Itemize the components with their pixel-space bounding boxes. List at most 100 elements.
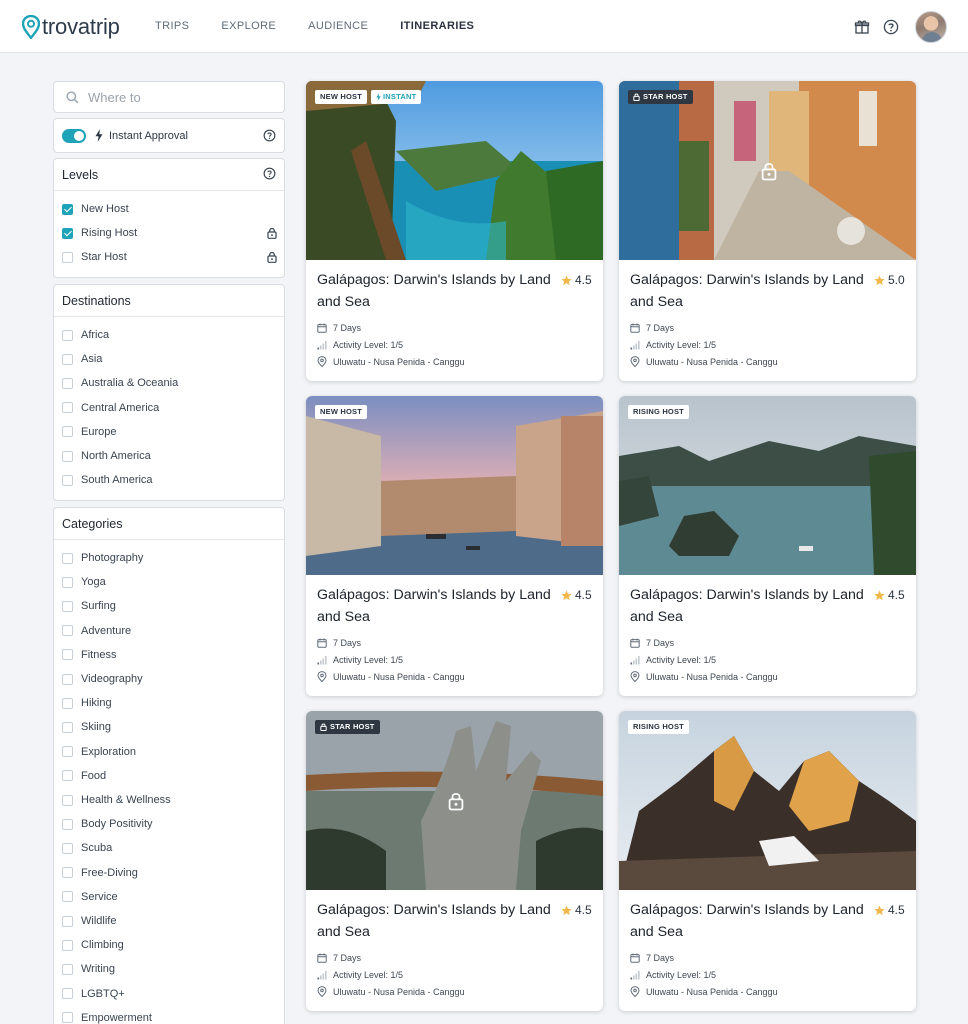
nav-explore[interactable]: EXPLORE	[221, 19, 276, 33]
category-lgbtq[interactable]: LGBTQ+	[62, 986, 277, 1002]
destination-south-america[interactable]: South America	[62, 472, 277, 488]
signal-bars-icon	[317, 970, 327, 979]
instant-approval-toggle[interactable]	[62, 128, 86, 143]
category-scuba[interactable]: Scuba	[62, 840, 277, 856]
checkbox[interactable]	[62, 915, 73, 927]
itinerary-card[interactable]: RISING HOST Galápagos: Darwin's Islands b…	[619, 711, 916, 1011]
checkbox[interactable]	[62, 649, 73, 661]
category-fitness[interactable]: Fitness	[62, 647, 277, 663]
category-skiing[interactable]: Skiing	[62, 719, 277, 735]
itinerary-card[interactable]: STAR HOST Galápagos: Darwin's Islands by …	[306, 711, 603, 1011]
location-pin-icon	[630, 356, 640, 367]
category-photography[interactable]: Photography	[62, 550, 277, 566]
checkbox[interactable]	[62, 697, 73, 709]
level-star-host[interactable]: Star Host	[62, 249, 277, 265]
trip-photo	[306, 396, 603, 575]
category-wildlife[interactable]: Wildlife	[62, 913, 277, 929]
category-videography[interactable]: Videography	[62, 671, 277, 687]
category-writing[interactable]: Writing	[62, 961, 277, 977]
categories-header: Categories	[54, 508, 284, 540]
option-label: Central America	[81, 401, 160, 414]
destination-north-america[interactable]: North America	[62, 448, 277, 464]
checkbox[interactable]	[62, 329, 73, 341]
trip-title[interactable]: Galápagos: Darwin's Islands by Land and …	[317, 270, 555, 313]
checkbox[interactable]	[62, 227, 73, 239]
destination-africa[interactable]: Africa	[62, 327, 277, 343]
checkbox[interactable]	[62, 988, 73, 1000]
help-icon[interactable]	[263, 167, 276, 180]
itinerary-card[interactable]: STAR HOST Galápagos: Darwin's Islands by …	[619, 81, 916, 381]
checkbox[interactable]	[62, 673, 73, 685]
itinerary-card[interactable]: NEW HOST Galápagos: Darwin's Islands by L…	[306, 396, 603, 696]
checkbox[interactable]	[62, 203, 73, 215]
checkbox[interactable]	[62, 939, 73, 951]
checkbox[interactable]	[62, 426, 73, 438]
checkbox[interactable]	[62, 770, 73, 782]
checkbox[interactable]	[62, 842, 73, 854]
trip-title[interactable]: Galápagos: Darwin's Islands by Land and …	[630, 585, 868, 628]
search-box[interactable]	[53, 81, 285, 113]
category-yoga[interactable]: Yoga	[62, 574, 277, 590]
category-food[interactable]: Food	[62, 768, 277, 784]
nav-trips[interactable]: TRIPS	[155, 19, 189, 33]
checkbox[interactable]	[62, 818, 73, 830]
search-input[interactable]	[88, 89, 268, 105]
category-health-wellness[interactable]: Health & Wellness	[62, 792, 277, 808]
signal-bars-icon	[630, 340, 640, 349]
checkbox[interactable]	[62, 450, 73, 462]
help-icon[interactable]	[263, 129, 276, 142]
destination-central-america[interactable]: Central America	[62, 400, 277, 416]
category-adventure[interactable]: Adventure	[62, 623, 277, 639]
checkbox[interactable]	[62, 1012, 73, 1024]
checkbox[interactable]	[62, 251, 73, 263]
destination-europe[interactable]: Europe	[62, 424, 277, 440]
trip-title[interactable]: Galápagos: Darwin's Islands by Land and …	[630, 900, 868, 943]
category-surfing[interactable]: Surfing	[62, 598, 277, 614]
category-free-diving[interactable]: Free-Diving	[62, 865, 277, 881]
checkbox[interactable]	[62, 353, 73, 365]
lock-icon	[633, 93, 640, 101]
help-icon[interactable]	[883, 19, 899, 35]
destination-australia-oceania[interactable]: Australia & Oceania	[62, 375, 277, 391]
checkbox[interactable]	[62, 721, 73, 733]
category-service[interactable]: Service	[62, 889, 277, 905]
checkbox[interactable]	[62, 867, 73, 879]
checkbox[interactable]	[62, 891, 73, 903]
checkbox[interactable]	[62, 474, 73, 486]
gift-icon[interactable]	[854, 19, 870, 35]
trip-title[interactable]: Galápagos: Darwin's Islands by Land and …	[317, 900, 555, 943]
checkbox[interactable]	[62, 963, 73, 975]
trip-activity-level: Activity Level: 1/5	[317, 653, 403, 666]
option-label: Videography	[81, 673, 143, 685]
checkbox[interactable]	[62, 576, 73, 588]
category-climbing[interactable]: Climbing	[62, 937, 277, 953]
checkbox[interactable]	[62, 625, 73, 637]
level-rising-host[interactable]: Rising Host	[62, 225, 277, 241]
checkbox[interactable]	[62, 552, 73, 564]
category-hiking[interactable]: Hiking	[62, 695, 277, 711]
destination-asia[interactable]: Asia	[62, 351, 277, 367]
location-pin-icon	[317, 986, 327, 997]
itinerary-card[interactable]: RISING HOST Galápagos: Darwin's Islands b…	[619, 396, 916, 696]
checkbox[interactable]	[62, 794, 73, 806]
level-new-host[interactable]: New Host	[62, 201, 277, 217]
category-empowerment[interactable]: Empowerment	[62, 1010, 277, 1024]
category-exploration[interactable]: Exploration	[62, 744, 277, 760]
itinerary-card[interactable]: NEW HOST INSTANT Galápagos: Darwin's Islan…	[306, 81, 603, 381]
avatar[interactable]	[915, 11, 947, 43]
nav-itineraries[interactable]: ITINERARIES	[400, 19, 474, 33]
option-label: Wildlife	[81, 915, 117, 927]
category-body-positivity[interactable]: Body Positivity	[62, 816, 277, 832]
rating-value: 4.5	[888, 903, 905, 917]
checkbox[interactable]	[62, 402, 73, 414]
nav-audience[interactable]: AUDIENCE	[308, 19, 368, 33]
location-pin-icon	[630, 986, 640, 997]
trip-activity-level: Activity Level: 1/5	[630, 653, 716, 666]
checkbox[interactable]	[62, 377, 73, 389]
top-header: trovatrip TRIPS EXPLORE AUDIENCE ITINERA…	[0, 0, 968, 53]
trip-title[interactable]: Galápagos: Darwin's Islands by Land and …	[317, 585, 555, 628]
checkbox[interactable]	[62, 746, 73, 758]
trip-title[interactable]: Galápagos: Darwin's Islands by Land and …	[630, 270, 868, 313]
trovatrip-logo[interactable]: trovatrip	[22, 14, 120, 40]
checkbox[interactable]	[62, 600, 73, 612]
